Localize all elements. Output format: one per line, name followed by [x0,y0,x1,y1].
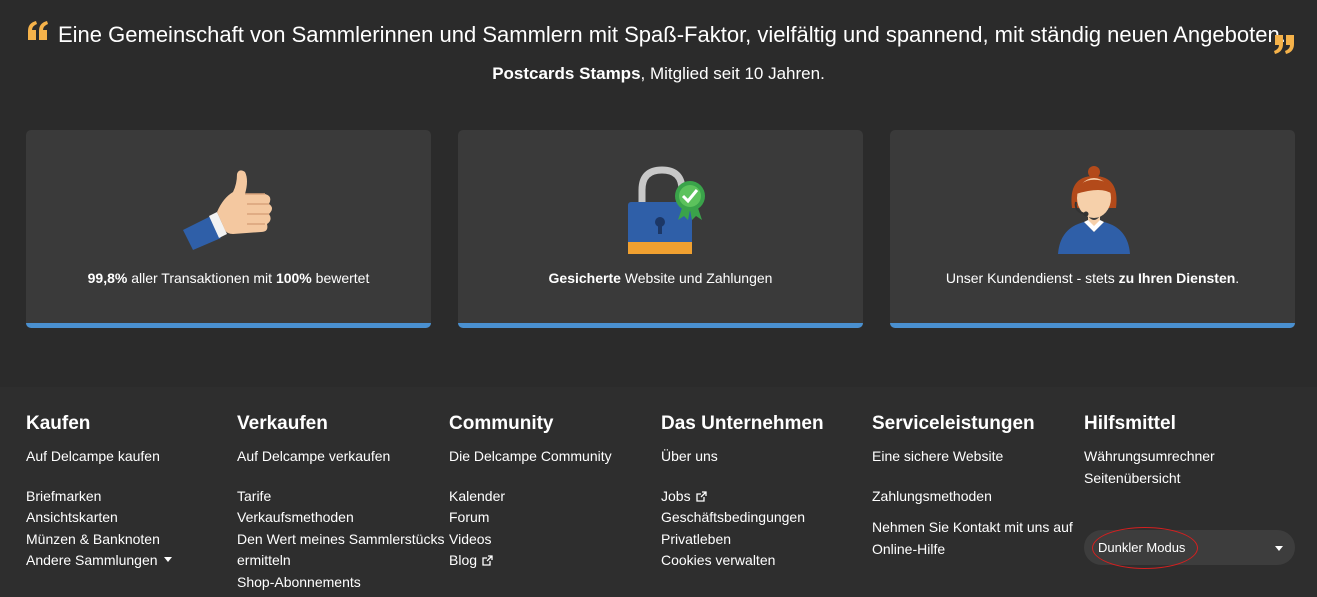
footer-link-auf-delcampe-kaufen[interactable]: Auf Delcampe kaufen [26,446,226,468]
footer-link-shop-abonnements[interactable]: Shop-Abonnements [237,572,437,594]
caret-down-icon [163,557,172,563]
footer-column-hilfsmittel: Hilfsmittel Währungsumrechner Seitenüber… [1084,413,1284,489]
footer-link-online-hilfe[interactable]: Online-Hilfe [872,539,1072,561]
author-suffix: , Mitglied seit 10 Jahren. [640,64,825,83]
footer-column-verkaufen: Verkaufen Auf Delcampe verkaufen Tarife … [237,413,444,594]
footer-link-verkaufsmethoden[interactable]: Verkaufsmethoden [237,507,437,529]
footer-link-wert-ermitteln-cont[interactable]: ermitteln [237,550,437,572]
footer-link-geschaeftsbedingungen[interactable]: Geschäftsbedingungen [661,507,861,529]
footer-link-videos[interactable]: Videos [449,529,649,551]
testimonial-author: Postcards Stamps, Mitglied seit 10 Jahre… [0,64,1317,84]
footer-link-auf-delcampe-verkaufen[interactable]: Auf Delcampe verkaufen [237,446,437,468]
ratings-percent: 99,8% [87,270,128,286]
ratings-score: 100% [275,270,312,286]
external-link-icon [695,490,707,502]
footer-link-forum[interactable]: Forum [449,507,649,529]
footer-link-briefmarken[interactable]: Briefmarken [26,486,226,508]
support-text: Unser Kundendienst - stets [945,270,1119,286]
footer-link-andere-sammlungen[interactable]: Andere Sammlungen [26,550,226,572]
chevron-down-icon [1275,546,1283,551]
andere-sammlungen-label: Andere Sammlungen [26,552,158,569]
footer-heading-hilfsmittel: Hilfsmittel [1084,413,1176,434]
jobs-label: Jobs [661,487,691,504]
footer-link-ueber-uns[interactable]: Über uns [661,446,861,468]
feature-caption-ratings: 99,8% aller Transaktionen mit 100% bewer… [26,270,431,286]
testimonial-quote: Eine Gemeinschaft von Sammlerinnen und S… [58,22,1286,47]
footer-column-unternehmen: Das Unternehmen Über uns Jobs Geschäftsb… [661,413,861,572]
footer-column-service: Serviceleistungen Eine sichere Website Z… [872,413,1073,561]
footer-link-blog[interactable]: Blog [449,550,649,572]
footer-column-community: Community Die Delcampe Community Kalende… [449,413,649,572]
security-text: Website und Zahlungen [620,270,773,286]
customer-service-agent-icon [1058,166,1130,254]
footer-link-seitenuebersicht[interactable]: Seitenübersicht [1084,468,1284,490]
padlock-icon [628,166,705,254]
external-link-icon [482,555,493,567]
quote-open-icon [28,21,48,40]
ratings-text: aller Transaktionen mit [127,270,276,286]
footer-link-wert-ermitteln[interactable]: Den Wert meines Sammlerstücks [237,529,444,551]
footer-link-waehrungsumrechner[interactable]: Währungsumrechner [1084,446,1284,468]
footer-link-kalender[interactable]: Kalender [449,486,649,508]
support-suffix: . [1235,270,1240,286]
footer-link-kontakt[interactable]: Nehmen Sie Kontakt mit uns auf [872,517,1073,539]
footer-link-zahlungsmethoden[interactable]: Zahlungsmethoden [872,486,1072,508]
footer-link-sichere-website[interactable]: Eine sichere Website [872,446,1072,468]
support-bold: zu Ihren Diensten [1118,270,1236,286]
feature-caption-security: Gesicherte Website und Zahlungen [458,270,863,286]
card-accent-bar [890,323,1295,328]
feature-caption-support: Unser Kundendienst - stets zu Ihren Dien… [890,270,1295,286]
testimonial: Eine Gemeinschaft von Sammlerinnen und S… [0,0,1317,110]
feature-card-security: Gesicherte Website und Zahlungen [458,130,863,328]
ratings-suffix: bewertet [311,270,370,286]
footer-heading-unternehmen: Das Unternehmen [661,413,824,434]
security-bold: Gesicherte [548,270,621,286]
footer-link-jobs[interactable]: Jobs [661,486,861,508]
thumbs-up-icon [183,170,272,250]
feature-card-support: Unser Kundendienst - stets zu Ihren Dien… [890,130,1295,328]
footer-link-tarife[interactable]: Tarife [237,486,437,508]
card-accent-bar [458,323,863,328]
footer-link-muenzen-banknoten[interactable]: Münzen & Banknoten [26,529,226,551]
footer-link-privatleben[interactable]: Privatleben [661,529,861,551]
footer-heading-verkaufen: Verkaufen [237,413,328,434]
footer-heading-community: Community [449,413,554,434]
author-name: Postcards Stamps [492,64,641,83]
card-accent-bar [26,323,431,328]
site-footer: Kaufen Auf Delcampe kaufen Briefmarken A… [0,387,1317,597]
footer-link-cookies-verwalten[interactable]: Cookies verwalten [661,550,861,572]
blog-label: Blog [449,552,478,569]
footer-column-kaufen: Kaufen Auf Delcampe kaufen Briefmarken A… [26,413,226,572]
display-mode-select[interactable]: Dunkler Modus [1084,530,1295,565]
quote-close-icon [1274,35,1294,54]
footer-heading-kaufen: Kaufen [26,413,91,434]
footer-link-delcampe-community[interactable]: Die Delcampe Community [449,446,649,468]
display-mode-value: Dunkler Modus [1098,540,1186,555]
footer-link-ansichtskarten[interactable]: Ansichtskarten [26,507,226,529]
footer-heading-service: Serviceleistungen [872,413,1035,434]
feature-card-ratings: 99,8% aller Transaktionen mit 100% bewer… [26,130,431,328]
